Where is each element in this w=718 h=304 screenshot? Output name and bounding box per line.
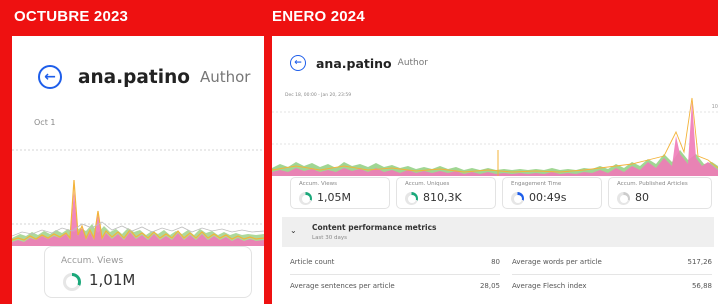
- card-value: 80: [635, 191, 649, 204]
- author-role: Author: [199, 68, 251, 86]
- metric-value: 517,26: [687, 258, 713, 266]
- card-label: Accum. Views: [299, 181, 337, 187]
- engagement-time-card: Engagement Time 00:49s: [502, 177, 602, 209]
- metric-label: Average words per article: [512, 258, 602, 266]
- summary-cards: Accum. Views 1,05M Accum. Uniques 810,3K…: [290, 177, 712, 209]
- chart-series-pink: [272, 100, 718, 176]
- accum-published-articles-card: Accum. Published Articles 80: [608, 177, 712, 209]
- chevron-down-icon[interactable]: ⌄: [290, 226, 297, 235]
- metric-value: 28,05: [479, 282, 500, 290]
- metric-label: Article count: [290, 258, 335, 266]
- comparison-collage: OCTUBRE 2023 ENERO 2024 ← ana.patino Aut…: [0, 0, 718, 304]
- card-label: Accum. Published Articles: [617, 181, 688, 187]
- card-value: 810,3K: [423, 191, 462, 204]
- content-performance-section[interactable]: ⌄ Content performance metrics Last 30 da…: [282, 217, 714, 247]
- accum-views-card: Accum. Views 1,05M: [290, 177, 390, 209]
- section-subtitle: Last 30 days: [312, 235, 347, 241]
- accum-views-card: Accum. Views 1,01M: [44, 246, 252, 298]
- chart-date-label: Oct 1: [34, 118, 56, 127]
- accum-uniques-card: Accum. Uniques 810,3K: [396, 177, 496, 209]
- progress-ring-icon: [405, 192, 418, 205]
- right-period-header: ENERO 2024: [272, 8, 365, 25]
- section-title: Content performance metrics: [312, 223, 437, 232]
- metric-label: Average sentences per article: [290, 282, 395, 290]
- author-header: ← ana.patino Author: [290, 55, 428, 71]
- card-label: Engagement Time: [511, 181, 562, 187]
- progress-ring-icon: [617, 192, 630, 205]
- card-label: Accum. Uniques: [405, 181, 450, 187]
- october-2023-panel: ← ana.patino Author Oct 1 Accum. Views 1…: [12, 36, 264, 304]
- author-name: ana.patino: [78, 66, 190, 88]
- card-value: 1,01M: [89, 271, 136, 289]
- left-period-header: OCTUBRE 2023: [14, 8, 129, 25]
- back-arrow-icon[interactable]: ←: [38, 65, 62, 89]
- card-value: 00:49s: [529, 191, 567, 204]
- card-label: Accum. Views: [61, 256, 124, 266]
- january-2024-panel: ← ana.patino Author Dec 18, 00:00 - Jan …: [272, 36, 718, 304]
- metric-label: Average Flesch index: [512, 282, 587, 290]
- card-value: 1,05M: [317, 191, 351, 204]
- row-divider: [512, 274, 712, 275]
- back-arrow-icon[interactable]: ←: [290, 55, 306, 71]
- author-name: ana.patino: [316, 55, 392, 71]
- metric-value: 56,88: [691, 282, 712, 290]
- author-header: ← ana.patino Author: [38, 65, 250, 89]
- metric-value: 80: [491, 258, 500, 266]
- progress-ring-icon: [511, 192, 524, 205]
- traffic-area-chart: [272, 97, 718, 176]
- progress-ring-icon: [299, 192, 312, 205]
- row-divider: [290, 274, 500, 275]
- traffic-area-chart: [12, 149, 264, 246]
- author-role: Author: [397, 58, 428, 68]
- progress-ring-icon: [63, 273, 81, 291]
- chart-series-orange: [272, 97, 718, 173]
